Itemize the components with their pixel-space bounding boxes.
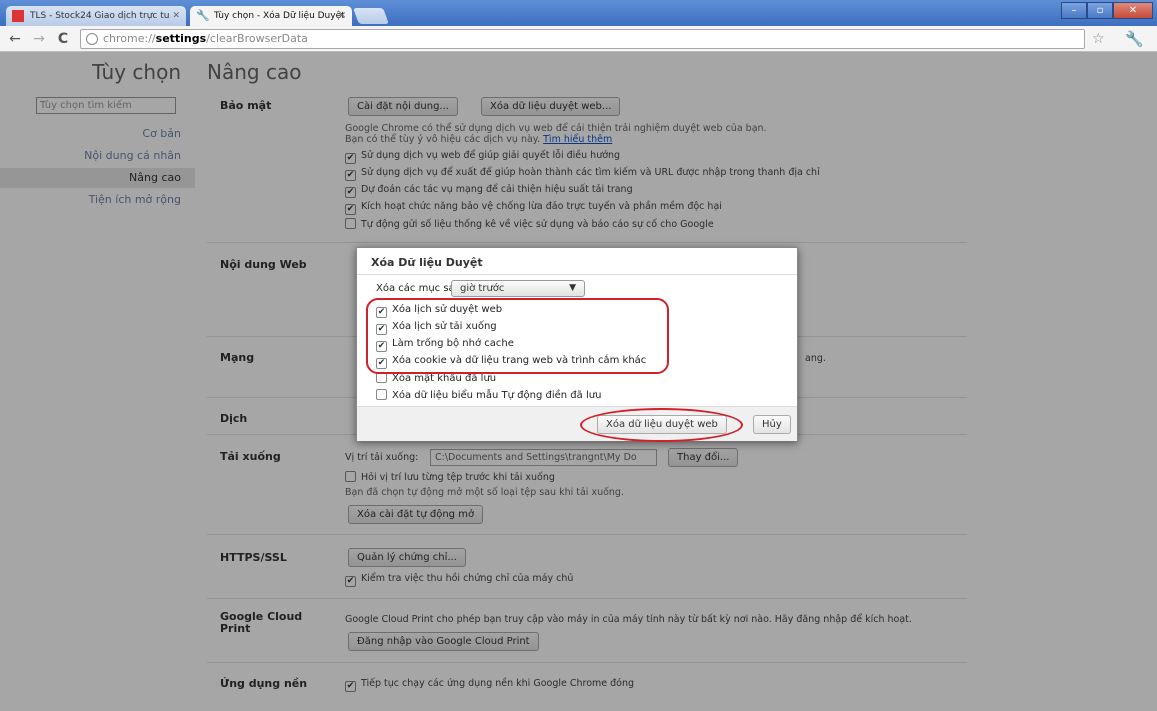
checkbox[interactable] [376, 389, 387, 400]
tab-tls-stock24[interactable]: TLS - Stock24 Giao dịch trực tu ✕ [6, 6, 186, 26]
cancel-button[interactable]: Hủy [753, 415, 791, 434]
tab-label: TLS - Stock24 Giao dịch trực tu [30, 11, 170, 21]
address-bar[interactable]: chrome://settings/clearBrowserData [80, 29, 1085, 49]
url-scheme: chrome:// [103, 32, 156, 45]
wrench-favicon-icon: 🔧 [196, 9, 210, 22]
back-arrow-icon[interactable]: ← [6, 30, 24, 48]
page-icon [86, 33, 98, 45]
browser-toolbar: ← → C chrome://settings/clearBrowserData… [0, 26, 1157, 52]
url-host: settings [155, 32, 207, 45]
forward-arrow-icon[interactable]: → [30, 30, 48, 48]
clear-option[interactable]: Xóa dữ liệu biểu mẫu Tự động điền đã lưu [376, 389, 601, 401]
option-label: Xóa dữ liệu biểu mẫu Tự động điền đã lưu [392, 390, 602, 401]
window-controls: – ▫ ✕ [1061, 2, 1153, 19]
bookmark-star-icon[interactable]: ☆ [1092, 31, 1105, 47]
close-tab-icon[interactable]: ✕ [338, 6, 346, 26]
tab-strip: TLS - Stock24 Giao dịch trực tu ✕ 🔧 Tùy … [0, 0, 1157, 26]
tab-settings[interactable]: 🔧 Tùy chọn - Xóa Dữ liệu Duyệt ✕ [190, 6, 352, 26]
close-window-button[interactable]: ✕ [1113, 2, 1153, 19]
dialog-title: Xóa Dữ liệu Duyệt [371, 256, 483, 269]
divider [357, 274, 797, 275]
period-selected-value: giờ trước [460, 283, 505, 294]
site-favicon-icon [12, 10, 24, 22]
minimize-button[interactable]: – [1061, 2, 1087, 19]
highlight-checked-items [366, 298, 669, 374]
new-tab-button[interactable] [353, 8, 389, 24]
tab-label: Tùy chọn - Xóa Dữ liệu Duyệt [214, 11, 345, 21]
reload-icon[interactable]: C [54, 30, 72, 48]
url-path: /clearBrowserData [206, 32, 308, 45]
maximize-button[interactable]: ▫ [1087, 2, 1113, 19]
close-tab-icon[interactable]: ✕ [172, 6, 180, 26]
wrench-menu-icon[interactable]: 🔧 [1125, 30, 1144, 48]
period-select[interactable]: giờ trước ▼ [451, 280, 585, 297]
highlight-clear-button [580, 408, 743, 442]
dropdown-arrow-icon: ▼ [569, 283, 576, 293]
option-label: Xóa mật khẩu đã lưu [392, 373, 497, 384]
